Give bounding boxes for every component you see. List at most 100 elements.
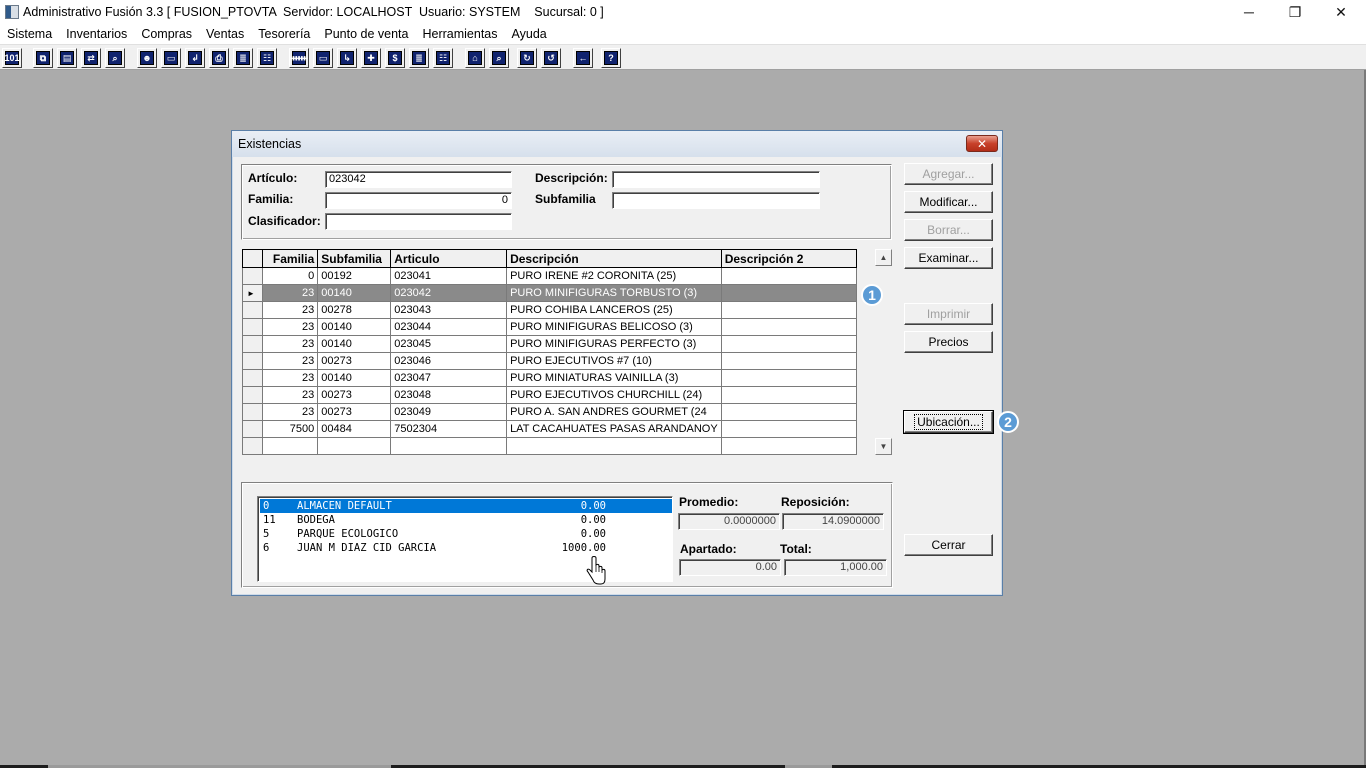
subfamilia-input[interactable] xyxy=(612,192,820,209)
menu-sistema[interactable]: Sistema xyxy=(0,25,59,43)
familia-input[interactable]: 0 xyxy=(325,192,512,209)
row-indicator[interactable] xyxy=(241,318,264,336)
articles-grid[interactable]: Familia Subfamilia Articulo Descripción … xyxy=(241,249,858,455)
grid-vertical-scrollbar[interactable]: ▲ ▼ xyxy=(875,249,892,455)
table-row[interactable]: 23 00140 023045 PURO MINIFIGURAS PERFECTO (… xyxy=(241,335,858,353)
list-item[interactable]: 6 JUAN M DIAZ CID GARCIA 1000.00 xyxy=(260,541,672,555)
scroll-down-button[interactable]: ▼ xyxy=(875,438,892,455)
toolbar-button-refresh[interactable]: ↻ xyxy=(517,48,537,68)
toolbar-button-export[interactable]: ↳ xyxy=(337,48,357,68)
toolbar-button-print[interactable]: ⎙ xyxy=(209,48,229,68)
toolbar-button-paste[interactable]: ▤ xyxy=(57,48,77,68)
table-row[interactable]: 23 00140 023047 PURO MINIATURAS VAINILLA (3… xyxy=(241,369,858,387)
dialog-close-button[interactable]: ✕ xyxy=(966,135,998,152)
ubicacion-button[interactable]: Ubicación... xyxy=(903,410,994,434)
imprimir-button[interactable]: Imprimir xyxy=(904,303,993,325)
row-indicator[interactable] xyxy=(241,369,264,387)
row-indicator[interactable] xyxy=(241,267,264,285)
minimize-button[interactable]: ─ xyxy=(1226,0,1272,24)
clasificador-input[interactable] xyxy=(325,213,512,230)
precios-button[interactable]: Precios xyxy=(904,331,993,353)
menu-inventarios[interactable]: Inventarios xyxy=(59,25,134,43)
toolbar-button-zoom[interactable]: ⌕ xyxy=(489,48,509,68)
menu-ventas[interactable]: Ventas xyxy=(199,25,251,43)
column-header-descripcion[interactable]: Descripción xyxy=(506,249,722,268)
cell-articulo: 023045 xyxy=(390,335,508,353)
dialog-titlebar[interactable]: Existencias ✕ xyxy=(232,131,1002,157)
window-titlebar: Administrativo Fusión 3.3 [ FUSION_PTOVT… xyxy=(0,0,1366,24)
row-indicator[interactable] xyxy=(241,403,264,421)
toolbar-button-copy[interactable]: ⧉ xyxy=(33,48,53,68)
toolbar-button-open[interactable]: ▭ xyxy=(313,48,333,68)
cell-descripcion-2 xyxy=(720,437,858,455)
toolbar-button-undo[interactable]: ↺ xyxy=(541,48,561,68)
column-header-subfamilia[interactable]: Subfamilia xyxy=(317,249,392,268)
menu-bar: Sistema Inventarios Compras Ventas Tesor… xyxy=(0,24,1366,44)
toolbar-button-folder[interactable]: ▭ xyxy=(161,48,181,68)
descripcion-input[interactable] xyxy=(612,171,820,188)
toolbar-button-people[interactable]: ᚔ xyxy=(289,48,309,68)
table-row[interactable]: 23 00273 023046 PURO EJECUTIVOS #7 (10) xyxy=(241,352,858,370)
scroll-up-button[interactable]: ▲ xyxy=(875,249,892,266)
toolbar-button-search[interactable]: ⌕ xyxy=(105,48,125,68)
cell-descripcion: PURO EJECUTIVOS #7 (10) xyxy=(506,352,722,370)
table-row-empty[interactable] xyxy=(241,437,858,455)
toolbar-button-add[interactable]: ✚ xyxy=(361,48,381,68)
table-row[interactable]: 0 00192 023041 PURO IRENE #2 CORONITA (25) xyxy=(241,267,858,285)
callout-badge-2: 2 xyxy=(997,411,1019,433)
menu-ayuda[interactable]: Ayuda xyxy=(505,25,554,43)
toolbar-button-report[interactable]: ≣ xyxy=(409,48,429,68)
cell-descripcion: PURO A. SAN ANDRES GOURMET (24 xyxy=(506,403,722,421)
table-row[interactable]: 23 00140 023044 PURO MINIFIGURAS BELICOSO (… xyxy=(241,318,858,336)
list-item[interactable]: 5 PARQUE ECOLOGICO 0.00 xyxy=(260,527,672,541)
table-row[interactable]: 23 00273 023048 PURO EJECUTIVOS CHURCHILL (… xyxy=(241,386,858,404)
warehouse-code: 0 xyxy=(263,500,270,512)
modificar-button[interactable]: Modificar... xyxy=(904,191,993,213)
table-row-selected[interactable]: ► 23 00140 023042 PURO MINIFIGURAS TORBUSTO … xyxy=(241,284,858,302)
borrar-button[interactable]: Borrar... xyxy=(904,219,993,241)
row-indicator[interactable] xyxy=(241,335,264,353)
row-indicator[interactable] xyxy=(241,437,264,455)
row-indicator[interactable] xyxy=(241,352,264,370)
row-indicator[interactable] xyxy=(241,420,264,438)
agregar-button[interactable]: Agregar... xyxy=(904,163,993,185)
table-row[interactable]: 23 00278 023043 PURO COHIBA LANCEROS (25) xyxy=(241,301,858,319)
toolbar-button-user[interactable]: ☻ xyxy=(137,48,157,68)
toolbar-button-calculator[interactable]: 101 xyxy=(2,48,22,68)
cell-subfamilia: 00278 xyxy=(317,301,392,319)
toolbar-button-help[interactable]: ? xyxy=(601,48,621,68)
row-indicator[interactable] xyxy=(241,301,264,319)
menu-herramientas[interactable]: Herramientas xyxy=(415,25,504,43)
row-indicator-current[interactable]: ► xyxy=(241,284,264,302)
examinar-button[interactable]: Examinar... xyxy=(904,247,993,269)
cell-descripcion: LAT CACAHUATES PASAS ARANDANOY xyxy=(506,420,722,438)
toolbar-button-back[interactable]: ← xyxy=(573,48,593,68)
column-header-articulo[interactable]: Articulo xyxy=(390,249,508,268)
toolbar-button-list[interactable]: ☷ xyxy=(257,48,277,68)
examinar-button-label: Examinar... xyxy=(918,251,979,265)
row-indicator[interactable] xyxy=(241,386,264,404)
column-header-familia[interactable]: Familia xyxy=(262,249,319,268)
restore-button[interactable]: ❐ xyxy=(1272,0,1318,24)
toolbar-button-transfer[interactable]: ⇄ xyxy=(81,48,101,68)
column-header-descripcion-2[interactable]: Descripción 2 xyxy=(720,249,858,268)
menu-tesoreria[interactable]: Tesorería xyxy=(251,25,317,43)
articulo-input[interactable]: 023042 xyxy=(325,171,512,188)
toolbar-button-money[interactable]: $ xyxy=(385,48,405,68)
toolbar-button-table[interactable]: ☷ xyxy=(433,48,453,68)
warehouse-list[interactable]: 0 ALMACEN DEFAULT 0.00 11 BODEGA 0.00 5 PARQU… xyxy=(257,496,673,582)
cell-familia: 23 xyxy=(262,369,319,387)
close-window-button[interactable]: ✕ xyxy=(1318,0,1364,24)
table-row[interactable]: 23 00273 023049 PURO A. SAN ANDRES GOURMET … xyxy=(241,403,858,421)
table-row[interactable]: 7500 00484 7502304 LAT CACAHUATES PASAS ARA… xyxy=(241,420,858,438)
list-item-selected[interactable]: 0 ALMACEN DEFAULT 0.00 xyxy=(260,499,672,513)
close-icon: ✕ xyxy=(976,136,988,151)
menu-compras[interactable]: Compras xyxy=(134,25,199,43)
toolbar-button-import[interactable]: ↲ xyxy=(185,48,205,68)
toolbar-button-document[interactable]: ≣ xyxy=(233,48,253,68)
cerrar-button[interactable]: Cerrar xyxy=(904,534,993,556)
toolbar-button-home[interactable]: ⌂ xyxy=(465,48,485,68)
cell-familia: 7500 xyxy=(262,420,319,438)
list-item[interactable]: 11 BODEGA 0.00 xyxy=(260,513,672,527)
menu-punto-de-venta[interactable]: Punto de venta xyxy=(317,25,415,43)
